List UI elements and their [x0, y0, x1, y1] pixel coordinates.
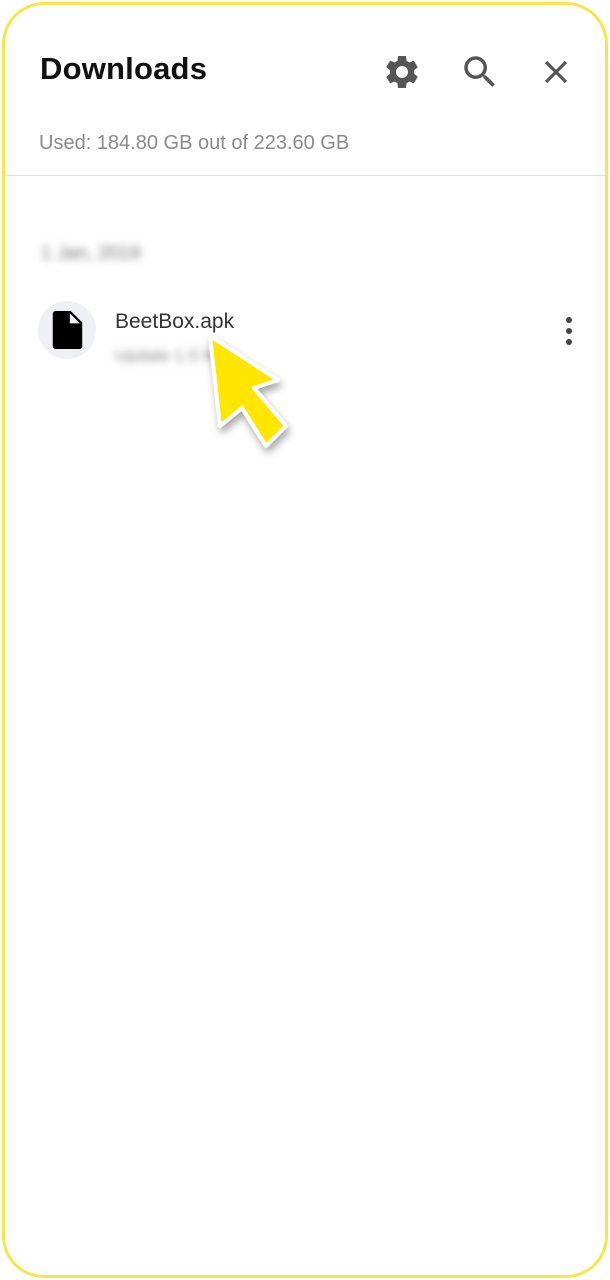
close-button[interactable]: [534, 50, 578, 94]
search-icon: [464, 56, 495, 87]
storage-usage: Used: 184.80 GB out of 223.60 GB: [39, 132, 350, 154]
settings-button[interactable]: [380, 50, 424, 94]
close-icon: [544, 60, 568, 84]
date-group-header: 1 Jan, 2019: [41, 243, 141, 264]
file-name: BeetBox.apk: [115, 310, 235, 333]
page-title: Downloads: [40, 51, 208, 86]
app-header: Downloads: [5, 5, 605, 125]
file-meta: Update 1.5 MB: [115, 346, 229, 365]
phone-frame: Downloads Used: 184.80 GB out of 223.60 …: [2, 2, 608, 1278]
search-button[interactable]: [458, 50, 502, 94]
file-item-beetbox[interactable]: BeetBox.apk Update 1.5 MB: [5, 293, 605, 369]
more-vert-icon: [566, 317, 572, 345]
gear-icon: [386, 55, 418, 88]
more-options-button[interactable]: [551, 311, 587, 351]
header-divider: [5, 175, 605, 176]
file-thumbnail: [38, 301, 96, 359]
file-icon: [52, 311, 83, 349]
